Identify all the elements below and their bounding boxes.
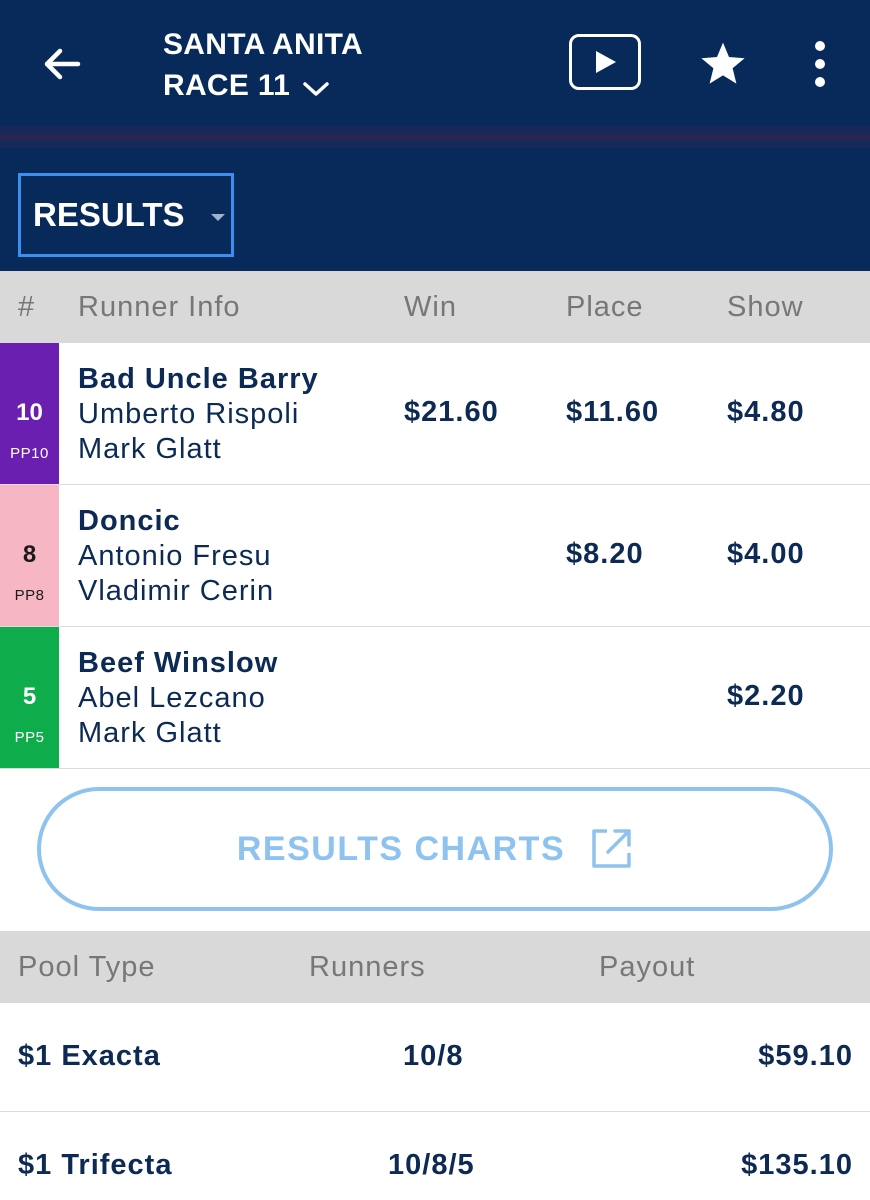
runner-info: Doncic Antonio Fresu Vladimir Cerin: [78, 504, 274, 609]
show-payout: $2.20: [727, 680, 805, 712]
race-number: RACE 11: [163, 69, 291, 102]
more-options-button[interactable]: [800, 38, 840, 90]
pools-table-header: Pool Type Runners Payout: [0, 931, 870, 1003]
horse-name: Doncic: [78, 505, 181, 537]
caret-down-icon: [211, 214, 225, 221]
col-show: Show: [727, 291, 804, 323]
race-selector[interactable]: SANTA ANITA RACE 11: [163, 24, 363, 106]
show-payout: $4.80: [727, 396, 805, 428]
pool-payout: $135.10: [741, 1149, 853, 1181]
view-dropdown[interactable]: RESULTS: [18, 173, 234, 257]
col-win: Win: [404, 291, 457, 323]
trainer-name: Mark Glatt: [78, 433, 222, 465]
pool-runners: 10/8/5: [388, 1149, 475, 1181]
jockey-name: Abel Lezcano: [78, 682, 266, 714]
header-divider: [0, 126, 870, 148]
horse-name: Bad Uncle Barry: [78, 363, 319, 395]
col-payout: Payout: [599, 951, 696, 983]
track-name: SANTA ANITA: [163, 28, 363, 61]
col-pool-type: Pool Type: [18, 951, 156, 983]
view-bar: RESULTS: [0, 148, 870, 271]
chevron-down-icon: [303, 81, 329, 96]
list-item: $1 Exacta 10/8 $59.10: [0, 1003, 870, 1112]
trainer-name: Vladimir Cerin: [78, 575, 275, 607]
show-payout: $4.00: [727, 538, 805, 570]
pool-type: $1 Trifecta: [18, 1149, 173, 1181]
post-position-badge: 10 PP10: [0, 343, 59, 484]
video-button[interactable]: [569, 34, 641, 90]
post-position-label: PP8: [14, 587, 45, 604]
runner-info: Beef Winslow Abel Lezcano Mark Glatt: [78, 646, 278, 751]
results-table-header: # Runner Info Win Place Show: [0, 271, 870, 343]
col-place: Place: [566, 291, 644, 323]
favorite-button[interactable]: [697, 38, 749, 90]
list-item: $1 Trifecta 10/8/5 $135.10: [0, 1112, 870, 1200]
pool-payout: $59.10: [758, 1040, 853, 1072]
trainer-name: Mark Glatt: [78, 717, 222, 749]
jockey-name: Umberto Rispoli: [78, 398, 300, 430]
back-button[interactable]: [38, 40, 86, 88]
pool-runners: 10/8: [403, 1040, 464, 1072]
app-header: SANTA ANITA RACE 11: [0, 0, 870, 126]
more-dot: [815, 77, 825, 87]
play-icon: [596, 51, 616, 73]
win-payout: $21.60: [404, 396, 499, 428]
place-payout: $8.20: [566, 538, 644, 570]
post-position-badge: 5 PP5: [0, 627, 59, 768]
jockey-name: Antonio Fresu: [78, 540, 272, 572]
col-runners: Runners: [309, 951, 426, 983]
more-vertical-icon: [815, 41, 825, 51]
more-dot: [815, 59, 825, 69]
table-row[interactable]: 10 PP10 Bad Uncle Barry Umberto Rispoli …: [0, 343, 870, 485]
post-position-badge: 8 PP8: [0, 485, 59, 626]
table-row[interactable]: 8 PP8 Doncic Antonio Fresu Vladimir Ceri…: [0, 485, 870, 627]
horse-name: Beef Winslow: [78, 647, 279, 679]
post-position-label: PP10: [10, 445, 49, 462]
col-pp: #: [18, 291, 36, 323]
table-row[interactable]: 5 PP5 Beef Winslow Abel Lezcano Mark Gla…: [0, 627, 870, 769]
pool-type: $1 Exacta: [18, 1040, 161, 1072]
runner-info: Bad Uncle Barry Umberto Rispoli Mark Gla…: [78, 362, 319, 467]
results-charts-button[interactable]: RESULTS CHARTS: [37, 787, 833, 911]
external-link-icon: [589, 827, 633, 871]
program-number: 10: [16, 399, 43, 426]
star-icon: [701, 42, 745, 84]
post-position-label: PP5: [14, 729, 45, 746]
col-runner-info: Runner Info: [78, 291, 241, 323]
program-number: 8: [22, 541, 37, 568]
program-number: 5: [22, 683, 37, 710]
view-dropdown-label: RESULTS: [33, 196, 185, 233]
results-charts-label: RESULTS CHARTS: [236, 829, 566, 868]
place-payout: $11.60: [566, 396, 660, 428]
back-arrow-icon: [44, 48, 81, 80]
